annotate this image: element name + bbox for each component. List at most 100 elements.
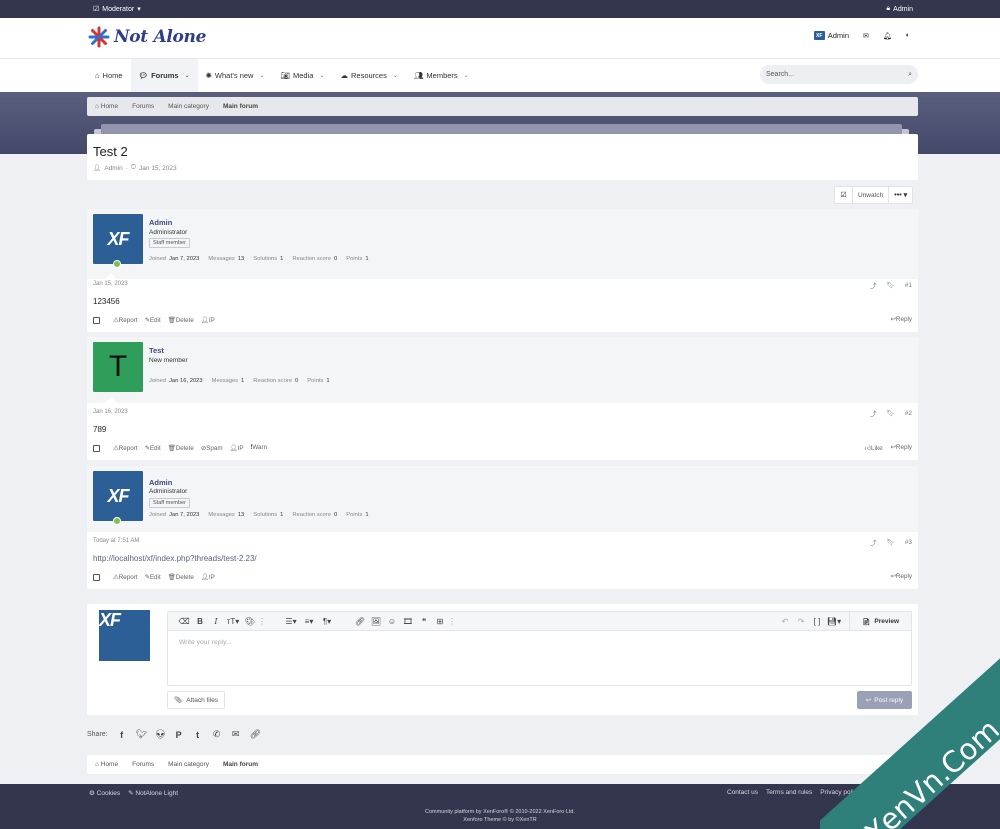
breadcrumb-forum[interactable]: Main forum <box>223 761 258 768</box>
select-post-checkbox[interactable] <box>93 573 100 581</box>
bold-icon[interactable]: B <box>192 617 208 626</box>
username[interactable]: Test <box>149 346 164 355</box>
select-thread-checkbox[interactable]: ☑ <box>835 187 853 203</box>
bookmark-icon[interactable]: 🔖︎ <box>887 281 895 289</box>
delete-link[interactable]: 🗑︎Delete <box>168 573 194 581</box>
edit-link[interactable]: ✎Edit <box>145 317 161 324</box>
link-icon[interactable]: 🔗︎ <box>352 617 368 626</box>
twitter-icon[interactable]: 🐦︎ <box>136 729 147 740</box>
pinterest-icon[interactable]: P <box>174 730 184 740</box>
reply-link[interactable]: ↩Reply <box>891 573 912 580</box>
post-date[interactable]: Jan 15, 2023 <box>93 281 128 287</box>
spam-link[interactable]: ⊘Spam <box>201 445 223 452</box>
username[interactable]: Admin <box>149 478 172 487</box>
reply-link[interactable]: ↩Reply <box>891 444 912 452</box>
bell-icon[interactable]: 🔔︎ <box>883 32 892 40</box>
select-post-checkbox[interactable] <box>93 444 100 452</box>
redo-icon[interactable]: ↷ <box>793 617 809 626</box>
delete-link[interactable]: 🗑︎Delete <box>168 444 194 452</box>
tab-whats-new[interactable]: ✺ What's new ⌄ <box>198 59 273 92</box>
ip-link[interactable]: 👤︎IP <box>230 444 244 452</box>
copyright[interactable]: Community platform by XenForo® © 2010-20… <box>0 809 1000 815</box>
table-icon[interactable]: ⊞ <box>432 617 448 626</box>
avatar[interactable]: XF <box>93 471 143 521</box>
style-chooser-link[interactable]: ✎ NotAlone Light <box>128 789 178 797</box>
tab-media[interactable]: 📷︎ Media ⌄ <box>272 59 332 92</box>
media-icon[interactable]: 🎞︎ <box>400 617 416 626</box>
select-post-checkbox[interactable] <box>93 316 100 324</box>
ip-link[interactable]: 👤︎IP <box>201 316 215 324</box>
privacy-link[interactable]: Privacy policy <box>820 789 860 796</box>
post-reply-button[interactable]: ↩ Post reply <box>857 691 912 709</box>
username[interactable]: Admin <box>149 218 172 227</box>
chevron-down-icon[interactable]: ⌄ <box>393 72 398 79</box>
theme-toggle-icon[interactable]: ◐ <box>906 32 910 39</box>
image-icon[interactable]: 🖼︎ <box>368 617 384 626</box>
delete-link[interactable]: 🗑︎Delete <box>168 316 194 324</box>
more-icon[interactable]: ⋮ <box>258 617 266 626</box>
report-link[interactable]: ⚠Report <box>113 445 138 452</box>
italic-icon[interactable]: I <box>208 617 224 626</box>
quote-icon[interactable]: ❝ <box>416 617 432 626</box>
share-icon[interactable]: ⤴ <box>870 408 877 418</box>
post-body-link[interactable]: http://localhost/xf/index.php?threads/te… <box>93 554 257 563</box>
breadcrumb-home[interactable]: ⌂ Home <box>95 761 118 768</box>
thread-date[interactable]: Jan 15, 2023 <box>139 165 177 172</box>
inbox-icon[interactable]: ✉ <box>863 32 869 40</box>
moderator-menu[interactable]: ☑ Moderator ▾ <box>93 5 141 14</box>
tab-forums[interactable]: 💬︎ Forums ⌄ <box>130 59 198 92</box>
ip-link[interactable]: 👤︎IP <box>201 573 215 581</box>
terms-link[interactable]: Terms and rules <box>766 789 812 796</box>
report-link[interactable]: ⚠Report <box>113 574 138 581</box>
tab-members[interactable]: 👥︎ Members ⌄ <box>406 59 477 92</box>
undo-icon[interactable]: ↶ <box>777 617 793 626</box>
palette-icon[interactable]: 🎨︎ <box>242 617 258 626</box>
eraser-icon[interactable]: ⌫ <box>176 617 192 626</box>
breadcrumb-forum[interactable]: Main forum <box>223 103 258 110</box>
breadcrumb-category[interactable]: Main category <box>168 761 209 768</box>
post-number[interactable]: #1 <box>905 282 912 289</box>
smiley-icon[interactable]: ☺ <box>384 617 400 626</box>
breadcrumb-forums[interactable]: Forums <box>132 761 154 768</box>
post-date[interactable]: Jan 16, 2023 <box>93 409 128 415</box>
preview-button[interactable]: 📄︎ Preview <box>849 612 911 631</box>
post-number[interactable]: #3 <box>905 539 912 546</box>
share-icon[interactable]: ⤴ <box>870 537 877 547</box>
unwatch-button[interactable]: Unwatch <box>853 187 890 203</box>
tab-resources[interactable]: ☁ Resources ⌄ <box>332 59 405 92</box>
like-link[interactable]: 👍︎Like <box>864 444 882 452</box>
chevron-down-icon[interactable]: ⌄ <box>185 72 190 79</box>
tab-home[interactable]: ⌂ Home <box>87 59 131 92</box>
contact-link[interactable]: Contact us <box>727 789 758 796</box>
admin-link[interactable]: 🔒︎ Admin <box>886 5 913 13</box>
avatar[interactable]: T <box>93 342 143 392</box>
warn-link[interactable]: ❗︎Warn <box>251 444 268 452</box>
paragraph-icon[interactable]: ¶▾ <box>318 617 336 626</box>
site-logo[interactable]: Not Alone <box>87 25 206 49</box>
cookies-link[interactable]: ⚙ Cookies <box>89 789 120 797</box>
edit-link[interactable]: ✎Edit <box>145 445 161 452</box>
more-icon[interactable]: ⋮ <box>448 617 456 626</box>
bookmark-icon[interactable]: 🔖︎ <box>887 538 895 546</box>
breadcrumb-home[interactable]: ⌂ Home <box>95 103 118 110</box>
bbcode-icon[interactable]: [ ] <box>809 617 825 626</box>
post-number[interactable]: #2 <box>905 410 912 417</box>
share-icon[interactable]: ⤴ <box>870 280 877 290</box>
avatar[interactable]: XF <box>99 610 150 661</box>
tumblr-icon[interactable]: t <box>193 730 203 740</box>
reddit-icon[interactable]: 👽︎ <box>155 729 166 740</box>
more-options-button[interactable]: ••• ▾ <box>889 187 912 203</box>
bookmark-icon[interactable]: 🔖︎ <box>887 409 895 417</box>
reply-link[interactable]: ↩Reply <box>891 316 912 323</box>
theme-credit[interactable]: Xenforo Theme © by ©XenTR <box>0 817 1000 823</box>
attach-files-button[interactable]: 📎︎ Attach files <box>167 691 226 709</box>
report-link[interactable]: ⚠Report <box>113 317 138 324</box>
account-menu[interactable]: XF Admin <box>813 31 849 40</box>
post-date[interactable]: Today at 7:51 AM <box>93 538 139 544</box>
chevron-down-icon[interactable]: ⌄ <box>319 72 324 79</box>
email-icon[interactable]: ✉ <box>231 729 241 740</box>
breadcrumb-forums[interactable]: Forums <box>132 103 154 110</box>
align-icon[interactable]: ≡▾ <box>300 617 318 626</box>
search-input[interactable]: Search... ⌕ <box>760 65 918 84</box>
breadcrumb-category[interactable]: Main category <box>168 103 209 110</box>
